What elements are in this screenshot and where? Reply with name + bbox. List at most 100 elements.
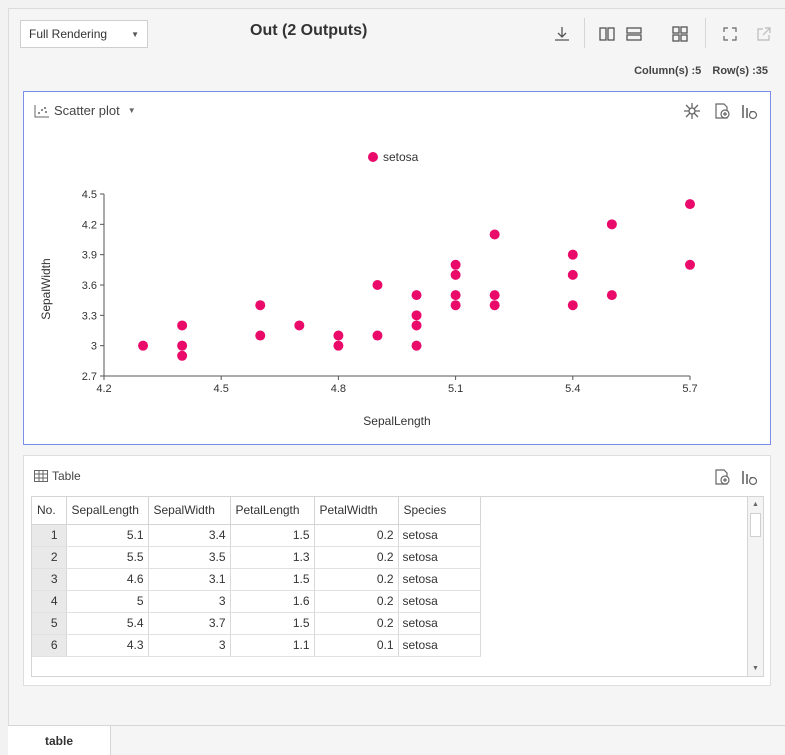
- row-index[interactable]: 3: [32, 568, 67, 591]
- table-cell[interactable]: 1.6: [230, 590, 315, 613]
- open-external-icon[interactable]: [754, 24, 774, 44]
- table-cell[interactable]: 1.5: [230, 568, 315, 591]
- table-cell[interactable]: 0.2: [314, 568, 399, 591]
- columns-layout-icon[interactable]: [597, 24, 617, 44]
- table-cell[interactable]: 0.2: [314, 612, 399, 635]
- table-cell[interactable]: setosa: [398, 524, 481, 547]
- scatter-point[interactable]: [489, 229, 500, 240]
- column-header[interactable]: PetalLength: [230, 497, 315, 525]
- table-cell[interactable]: 0.1: [314, 634, 399, 657]
- scatter-point[interactable]: [685, 259, 695, 270]
- scatter-point[interactable]: [489, 300, 500, 311]
- chevron-down-icon: ▼: [131, 29, 139, 39]
- table-cell[interactable]: 1.1: [230, 634, 315, 657]
- column-header[interactable]: PetalWidth: [314, 497, 399, 525]
- table-cell[interactable]: 5.4: [66, 612, 149, 635]
- fit-screen-icon[interactable]: [720, 24, 740, 44]
- y-tick-label: 2.7: [82, 371, 97, 383]
- table-cell[interactable]: 5.1: [66, 524, 149, 547]
- tab-table[interactable]: table: [8, 726, 111, 755]
- table-cell[interactable]: 3.1: [148, 568, 231, 591]
- scatter-point[interactable]: [606, 219, 617, 230]
- table-row[interactable]: 1 5.1 3.4 1.5 0.2 setosa: [32, 524, 481, 547]
- scatter-point[interactable]: [411, 320, 422, 331]
- scatter-point[interactable]: [450, 259, 461, 270]
- scatter-point[interactable]: [450, 269, 461, 280]
- data-grid[interactable]: No. SepalLength SepalWidth PetalLength Petal…: [31, 496, 764, 677]
- scatter-point[interactable]: [333, 330, 344, 341]
- rendering-mode-select[interactable]: Full Rendering ▼: [20, 20, 148, 48]
- table-cell[interactable]: 3.4: [148, 524, 231, 547]
- row-index[interactable]: 4: [32, 590, 67, 613]
- table-row[interactable]: 6 4.3 3 1.1 0.1 setosa: [32, 634, 481, 657]
- table-cell[interactable]: 0.2: [314, 546, 399, 569]
- table-cell[interactable]: setosa: [398, 612, 481, 635]
- scroll-down-icon[interactable]: ▼: [748, 661, 763, 676]
- table-cell[interactable]: setosa: [398, 568, 481, 591]
- column-header[interactable]: SepalWidth: [148, 497, 231, 525]
- scatter-point[interactable]: [138, 340, 149, 351]
- scatter-point[interactable]: [333, 340, 344, 351]
- scatter-point[interactable]: [372, 280, 383, 290]
- scatter-point[interactable]: [450, 300, 461, 311]
- download-icon[interactable]: [552, 24, 572, 44]
- column-header[interactable]: SepalLength: [66, 497, 149, 525]
- table-cell[interactable]: 4.3: [66, 634, 149, 657]
- chart-legend[interactable]: setosa: [368, 150, 419, 164]
- scatter-point[interactable]: [411, 290, 422, 301]
- scatter-point[interactable]: [567, 249, 578, 260]
- table-cell[interactable]: 3.7: [148, 612, 231, 635]
- scatter-point[interactable]: [567, 269, 578, 280]
- scatter-point[interactable]: [177, 350, 188, 361]
- table-cell[interactable]: 3.5: [148, 546, 231, 569]
- table-cell[interactable]: setosa: [398, 634, 481, 657]
- vertical-scrollbar[interactable]: ▲ ▼: [747, 497, 763, 676]
- scatter-point[interactable]: [489, 290, 500, 301]
- table-cell[interactable]: 5: [66, 590, 149, 613]
- scroll-up-icon[interactable]: ▲: [748, 497, 763, 512]
- table-cell[interactable]: 3: [148, 634, 231, 657]
- scatter-point[interactable]: [567, 300, 578, 311]
- scatter-point[interactable]: [411, 340, 422, 351]
- scatter-point[interactable]: [255, 330, 266, 341]
- column-header[interactable]: No.: [32, 497, 67, 525]
- x-tick-label: 4.5: [214, 383, 229, 395]
- scatter-point[interactable]: [177, 340, 188, 351]
- table-cell[interactable]: 4.6: [66, 568, 149, 591]
- table-cell[interactable]: 5.5: [66, 546, 149, 569]
- table-row[interactable]: 5 5.4 3.7 1.5 0.2 setosa: [32, 612, 481, 635]
- scatter-point[interactable]: [372, 330, 383, 341]
- row-index[interactable]: 6: [32, 634, 67, 657]
- table-cell[interactable]: setosa: [398, 546, 481, 569]
- scatter-point[interactable]: [411, 310, 422, 321]
- scatter-point[interactable]: [685, 199, 695, 210]
- data-table: No. SepalLength SepalWidth PetalLength Petal…: [32, 497, 481, 657]
- scatter-point[interactable]: [606, 290, 617, 301]
- chart-options-icon[interactable]: [740, 468, 758, 486]
- table-row[interactable]: 2 5.5 3.5 1.3 0.2 setosa: [32, 546, 481, 569]
- table-row[interactable]: 4 5 3 1.6 0.2 setosa: [32, 590, 481, 613]
- table-cell[interactable]: 3: [148, 590, 231, 613]
- x-tick-label: 5.7: [682, 383, 697, 395]
- bottom-tab-bar: table: [8, 725, 785, 755]
- row-column-summary: Column(s) :5 Row(s) :35: [634, 65, 768, 77]
- scrollbar-thumb[interactable]: [750, 513, 761, 537]
- rows-layout-icon[interactable]: [624, 24, 644, 44]
- row-index[interactable]: 2: [32, 546, 67, 569]
- scatter-point[interactable]: [177, 320, 188, 331]
- table-row[interactable]: 3 4.6 3.1 1.5 0.2 setosa: [32, 568, 481, 591]
- row-index[interactable]: 5: [32, 612, 67, 635]
- scatter-point[interactable]: [294, 320, 305, 331]
- table-cell[interactable]: 1.5: [230, 612, 315, 635]
- table-cell[interactable]: 1.5: [230, 524, 315, 547]
- table-cell[interactable]: setosa: [398, 590, 481, 613]
- table-cell[interactable]: 0.2: [314, 590, 399, 613]
- add-chart-icon[interactable]: [713, 468, 731, 486]
- scatter-point[interactable]: [255, 300, 266, 311]
- column-header[interactable]: Species: [398, 497, 481, 525]
- scatter-point[interactable]: [450, 290, 461, 301]
- row-index[interactable]: 1: [32, 524, 67, 547]
- grid-layout-icon[interactable]: [670, 24, 690, 44]
- table-cell[interactable]: 0.2: [314, 524, 399, 547]
- table-cell[interactable]: 1.3: [230, 546, 315, 569]
